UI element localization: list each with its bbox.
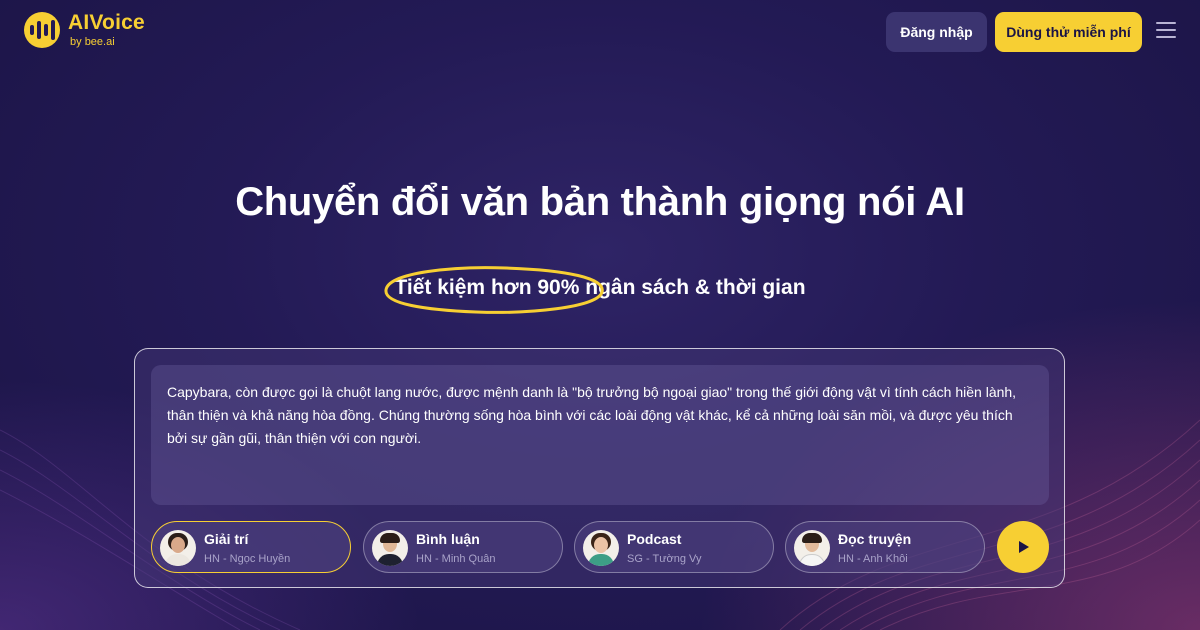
savings-highlight: Tiết kiệm hơn 90%: [384, 266, 604, 314]
avatar: [794, 530, 830, 566]
voice-speaker: HN - Minh Quân: [416, 553, 496, 565]
voice-category: Đọc truyện: [838, 531, 912, 547]
tts-demo-panel: Capybara, còn được gọi là chuột lang nướ…: [134, 348, 1065, 588]
avatar: [583, 530, 619, 566]
voice-speaker: HN - Ngọc Huyền: [204, 553, 291, 565]
voice-speaker: HN - Anh Khôi: [838, 553, 908, 565]
text-input-area[interactable]: Capybara, còn được gọi là chuột lang nướ…: [151, 365, 1049, 505]
voice-option-binh-luan[interactable]: Bình luận HN - Minh Quân: [363, 521, 563, 573]
voice-option-giai-tri[interactable]: Giải trí HN - Ngọc Huyền: [151, 521, 351, 573]
brand-name: AIVoice: [68, 11, 145, 34]
header: AIVoice by bee.ai Đăng nhập Dùng thử miễ…: [0, 0, 1200, 64]
play-icon: [1019, 541, 1029, 553]
free-trial-button[interactable]: Dùng thử miễn phí: [995, 12, 1142, 52]
hero-title: Chuyển đổi văn bản thành giọng nói AI: [235, 180, 965, 224]
brand-partner: by bee.ai: [70, 36, 115, 48]
ellipse-highlight-icon: [384, 266, 604, 314]
hero-subtitle: Tiết kiệm hơn 90% ngân sách & thời gian: [0, 266, 1200, 314]
sound-wave-logo-icon: [24, 12, 60, 48]
avatar: [160, 530, 196, 566]
avatar: [372, 530, 408, 566]
voice-category: Giải trí: [204, 531, 249, 547]
hamburger-menu-icon[interactable]: [1156, 22, 1176, 40]
voice-speaker: SG - Tường Vy: [627, 553, 702, 565]
voice-category: Podcast: [627, 531, 682, 547]
voice-option-doc-truyen[interactable]: Đọc truyện HN - Anh Khôi: [785, 521, 985, 573]
voice-category: Bình luận: [416, 531, 480, 547]
login-button[interactable]: Đăng nhập: [886, 12, 987, 52]
logo[interactable]: AIVoice by bee.ai: [24, 12, 145, 48]
play-button[interactable]: [997, 521, 1049, 573]
voice-option-podcast[interactable]: Podcast SG - Tường Vy: [574, 521, 774, 573]
